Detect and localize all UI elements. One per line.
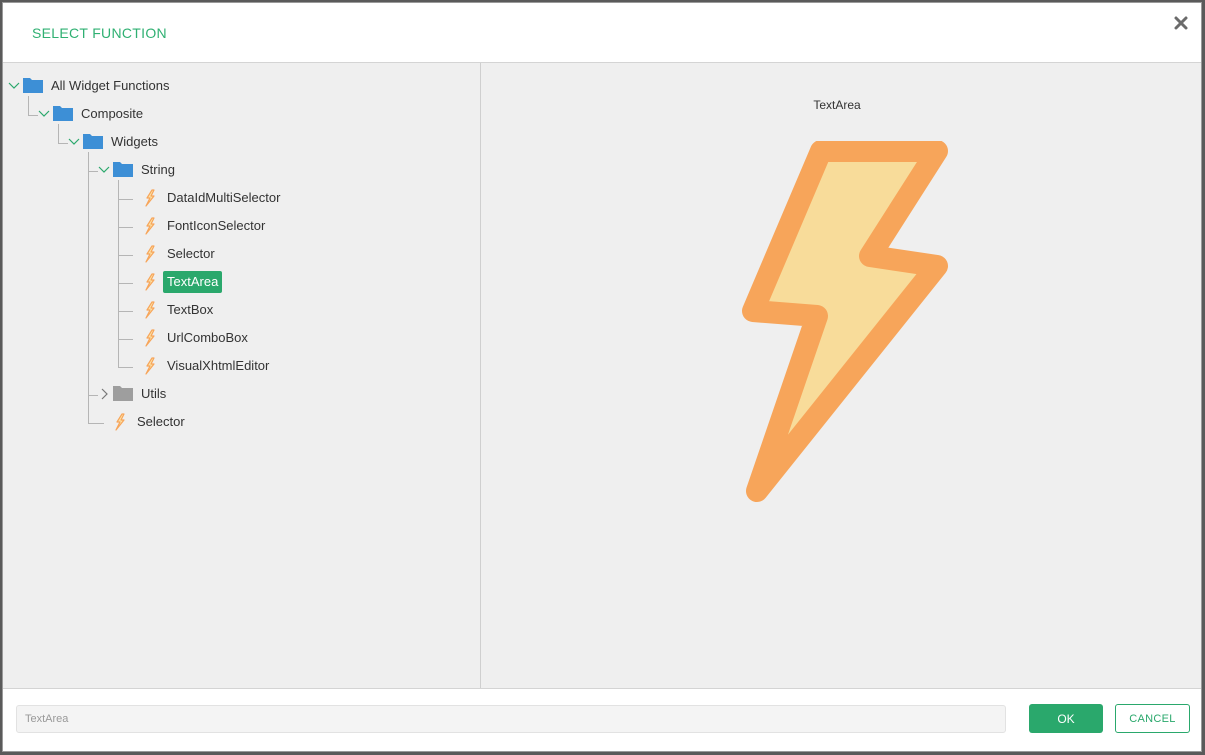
folder-icon (53, 106, 73, 121)
folder-icon (113, 162, 133, 177)
chevron-right-icon[interactable] (101, 388, 109, 400)
tree-node-selector[interactable]: Selector (143, 243, 343, 267)
tree-label: UrlComboBox (167, 330, 248, 345)
tree-connector (118, 199, 133, 200)
folder-icon (23, 78, 43, 93)
tree-label: All Widget Functions (51, 78, 170, 93)
tree-label: Composite (81, 106, 144, 121)
dialog-footer: OK CANCEL (3, 688, 1201, 751)
tree-label: Selector (137, 414, 185, 429)
tree-node-widgets[interactable]: Widgets (68, 131, 268, 155)
tree-node-urlcombobox[interactable]: UrlComboBox (143, 327, 343, 351)
tree-connector (118, 255, 133, 256)
tree-connector (118, 227, 133, 228)
tree-node-utils[interactable]: Utils (98, 383, 298, 407)
lightning-icon (145, 273, 155, 291)
dialog-header: SELECT FUNCTION (3, 3, 1201, 63)
close-icon[interactable] (1171, 13, 1191, 33)
tree-connector (88, 395, 98, 396)
tree-label: Utils (141, 386, 167, 401)
function-tree: All Widget Functions Composite Widgets S… (3, 63, 481, 688)
tree-label: DataIdMultiSelector (167, 190, 281, 205)
lightning-icon (145, 301, 155, 319)
tree-label: FontIconSelector (167, 218, 266, 233)
tree-label: String (141, 162, 175, 177)
chevron-down-icon[interactable] (68, 138, 80, 146)
ok-button[interactable]: OK (1029, 704, 1103, 733)
tree-connector (118, 367, 133, 368)
dialog-title: SELECT FUNCTION (32, 25, 167, 41)
folder-icon (113, 386, 133, 401)
tree-connector (118, 311, 133, 312)
tree-connector (88, 152, 89, 423)
lightning-icon (145, 217, 155, 235)
chevron-down-icon[interactable] (98, 166, 110, 174)
tree-node-dataidmultiselector[interactable]: DataIdMultiSelector (143, 187, 343, 211)
select-function-dialog: SELECT FUNCTION All Widget Functions Com… (2, 2, 1202, 752)
tree-connector (118, 283, 133, 284)
folder-icon (83, 134, 103, 149)
tree-node-composite[interactable]: Composite (38, 103, 238, 127)
tree-connector (58, 143, 68, 144)
lightning-icon (145, 329, 155, 347)
tree-connector (88, 423, 104, 424)
chevron-down-icon[interactable] (38, 110, 50, 118)
tree-label: VisualXhtmlEditor (167, 358, 270, 373)
tree-label: TextBox (167, 302, 214, 317)
tree-node-fonticonselector[interactable]: FontIconSelector (143, 215, 343, 239)
tree-connector (88, 171, 98, 172)
tree-node-string[interactable]: String (98, 159, 298, 183)
lightning-icon (145, 189, 155, 207)
tree-connector (118, 339, 133, 340)
tree-label: Widgets (111, 134, 158, 149)
lightning-icon (145, 245, 155, 263)
tree-node-visualxhtmleditor[interactable]: VisualXhtmlEditor (143, 355, 343, 379)
lightning-icon (742, 141, 948, 502)
chevron-down-icon[interactable] (8, 82, 20, 90)
tree-node-all-widget-functions[interactable]: All Widget Functions (8, 75, 208, 99)
tree-node-selector-widgets[interactable]: Selector (113, 411, 313, 435)
lightning-icon (145, 357, 155, 375)
tree-node-textarea[interactable]: TextArea (143, 271, 343, 295)
tree-label-selected: TextArea (163, 271, 223, 293)
function-preview: TextArea (481, 63, 1201, 688)
preview-title: TextArea (813, 98, 861, 112)
tree-connector (28, 115, 38, 116)
selected-function-field[interactable] (16, 705, 1006, 733)
tree-label: Selector (167, 246, 215, 261)
lightning-icon (115, 413, 125, 431)
cancel-button[interactable]: CANCEL (1115, 704, 1190, 733)
tree-node-textbox[interactable]: TextBox (143, 299, 343, 323)
